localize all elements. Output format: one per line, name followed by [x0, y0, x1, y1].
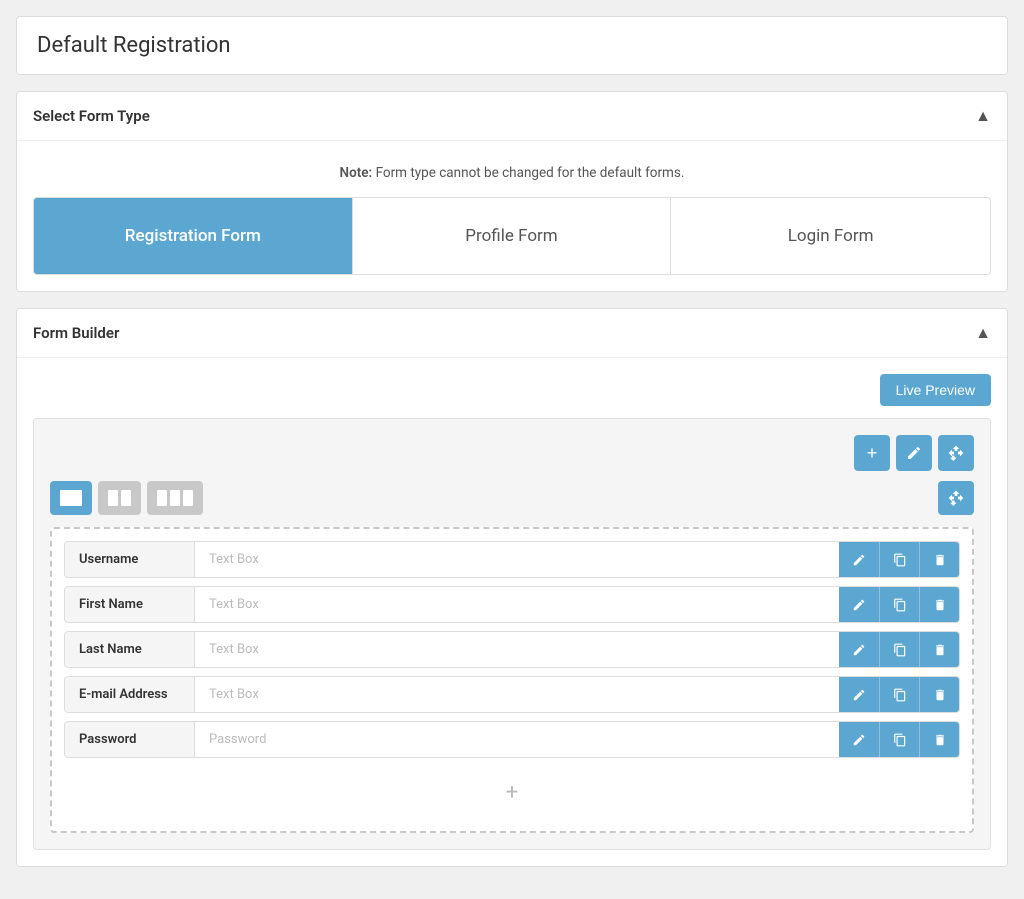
field-value-username: Text Box	[195, 542, 839, 577]
form-builder-header[interactable]: Form Builder ▲	[17, 309, 1007, 358]
layout-bar-3b	[170, 490, 180, 506]
copy-username-button[interactable]	[879, 542, 919, 577]
pencil-icon	[852, 733, 866, 747]
layout-selector	[50, 481, 974, 515]
add-row-button[interactable]: +	[854, 435, 890, 471]
pencil-icon	[852, 598, 866, 612]
page-title-box: Default Registration	[16, 16, 1008, 75]
row-controls: +	[50, 435, 974, 471]
delete-username-button[interactable]	[919, 542, 959, 577]
pencil-icon	[852, 553, 866, 567]
form-type-grid: Registration Form Profile Form Login For…	[33, 197, 991, 275]
layout-bar-3c	[183, 490, 193, 506]
page-title: Default Registration	[37, 33, 987, 58]
field-label-firstname: First Name	[65, 587, 195, 622]
layout-bar-3a	[157, 490, 167, 506]
copy-email-button[interactable]	[879, 677, 919, 712]
field-value-email: Text Box	[195, 677, 839, 712]
delete-password-button[interactable]	[919, 722, 959, 757]
pencil-icon	[852, 688, 866, 702]
field-actions-lastname	[839, 632, 959, 667]
form-builder-panel: Form Builder ▲ Live Preview +	[16, 308, 1008, 867]
form-type-profile[interactable]: Profile Form	[353, 198, 672, 274]
copy-icon	[893, 553, 907, 567]
pencil-icon	[852, 643, 866, 657]
copy-icon	[893, 643, 907, 657]
move-section-icon	[948, 490, 964, 506]
edit-username-button[interactable]	[839, 542, 879, 577]
table-row: Username Text Box	[64, 541, 960, 578]
trash-icon	[933, 643, 947, 657]
pencil-icon	[906, 445, 922, 461]
field-value-firstname: Text Box	[195, 587, 839, 622]
edit-firstname-button[interactable]	[839, 587, 879, 622]
form-builder-title: Form Builder	[33, 324, 119, 342]
edit-password-button[interactable]	[839, 722, 879, 757]
field-value-lastname: Text Box	[195, 632, 839, 667]
table-row: Last Name Text Box	[64, 631, 960, 668]
select-form-type-body: Note: Form type cannot be changed for th…	[17, 141, 1007, 291]
table-row: E-mail Address Text Box	[64, 676, 960, 713]
layout-1col-button[interactable]	[50, 481, 92, 515]
field-value-password: Password	[195, 722, 839, 757]
delete-lastname-button[interactable]	[919, 632, 959, 667]
copy-icon	[893, 598, 907, 612]
fields-container: Username Text Box	[50, 527, 974, 833]
table-row: Password Password	[64, 721, 960, 758]
layout-bar-2a	[108, 490, 118, 506]
field-actions-username	[839, 542, 959, 577]
select-form-type-header[interactable]: Select Form Type ▲	[17, 92, 1007, 141]
field-label-lastname: Last Name	[65, 632, 195, 667]
trash-icon	[933, 688, 947, 702]
trash-icon	[933, 553, 947, 567]
copy-icon	[893, 688, 907, 702]
form-builder-collapse-icon: ▲	[975, 323, 991, 343]
trash-icon	[933, 733, 947, 747]
layout-bar-2b	[121, 490, 131, 506]
delete-email-button[interactable]	[919, 677, 959, 712]
field-label-username: Username	[65, 542, 195, 577]
layout-2col-button[interactable]	[98, 481, 141, 515]
move-row-button[interactable]	[938, 435, 974, 471]
live-preview-button[interactable]: Live Preview	[880, 374, 991, 406]
layout-3col-button[interactable]	[147, 481, 203, 515]
select-form-type-title: Select Form Type	[33, 107, 150, 125]
field-actions-password	[839, 722, 959, 757]
form-type-note: Note: Form type cannot be changed for th…	[33, 157, 991, 197]
section-move-button[interactable]	[938, 481, 974, 515]
field-actions-email	[839, 677, 959, 712]
select-form-type-panel: Select Form Type ▲ Note: Form type canno…	[16, 91, 1008, 292]
add-field-button[interactable]: +	[64, 766, 960, 819]
copy-icon	[893, 733, 907, 747]
edit-email-button[interactable]	[839, 677, 879, 712]
collapse-icon: ▲	[975, 106, 991, 126]
edit-lastname-button[interactable]	[839, 632, 879, 667]
field-actions-firstname	[839, 587, 959, 622]
form-builder-body: Live Preview +	[17, 358, 1007, 866]
copy-password-button[interactable]	[879, 722, 919, 757]
field-label-email: E-mail Address	[65, 677, 195, 712]
delete-firstname-button[interactable]	[919, 587, 959, 622]
table-row: First Name Text Box	[64, 586, 960, 623]
add-field-icon: +	[506, 780, 518, 805]
move-icon	[948, 445, 964, 461]
builder-area: +	[33, 418, 991, 850]
form-type-registration[interactable]: Registration Form	[34, 198, 353, 274]
trash-icon	[933, 598, 947, 612]
edit-row-button[interactable]	[896, 435, 932, 471]
form-type-login[interactable]: Login Form	[671, 198, 990, 274]
field-label-password: Password	[65, 722, 195, 757]
layout-bar-1	[60, 490, 82, 506]
copy-lastname-button[interactable]	[879, 632, 919, 667]
copy-firstname-button[interactable]	[879, 587, 919, 622]
plus-icon: +	[867, 443, 878, 464]
page-container: Default Registration Select Form Type ▲ …	[0, 0, 1024, 899]
